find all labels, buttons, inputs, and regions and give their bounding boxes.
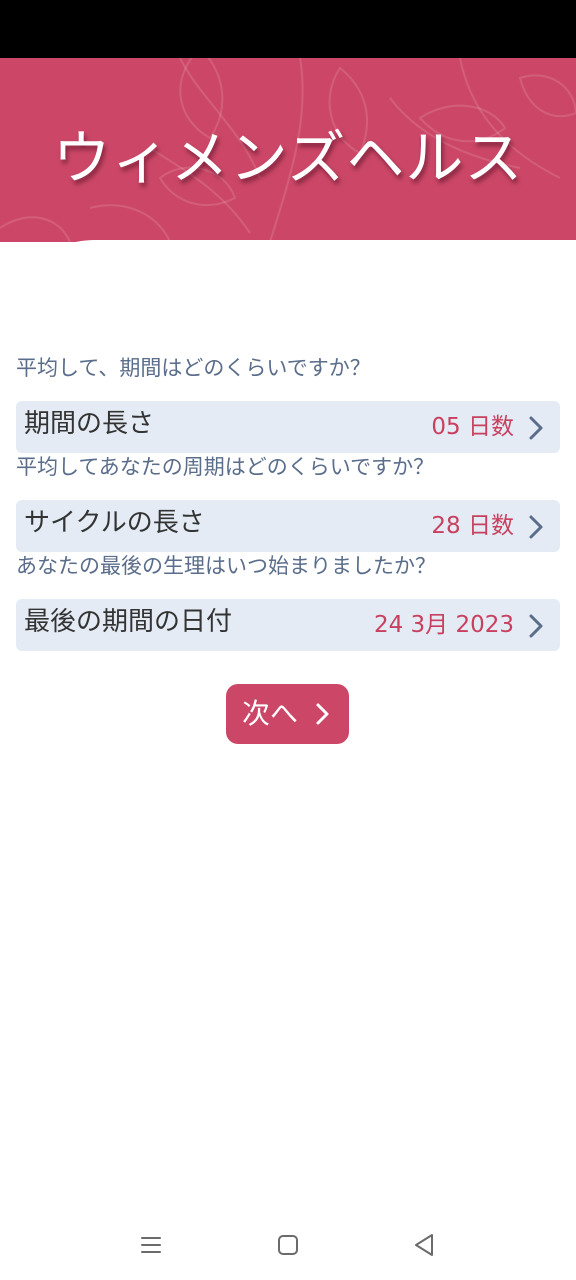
cycle-length-value: 28 日数 — [431, 513, 514, 539]
cycle-length-row[interactable]: サイクルの長さ 28 日数 — [16, 500, 560, 552]
chevron-right-icon — [529, 515, 543, 539]
cycle-length-label: サイクルの長さ — [24, 508, 205, 538]
period-question: 平均して、期間はどのくらいですか？ — [16, 356, 371, 380]
next-button[interactable]: 次へ — [226, 684, 349, 744]
menu-icon[interactable] — [136, 1230, 166, 1260]
last-period-date-label: 最後の期間の日付 — [24, 607, 233, 637]
last-period-question: あなたの最後の生理はいつ始まりましたか？ — [16, 554, 436, 578]
chevron-right-icon — [529, 416, 543, 440]
status-bar — [0, 0, 576, 58]
app-title: ウィメンズヘルス — [52, 124, 524, 192]
period-length-label: 期間の長さ — [24, 409, 155, 439]
period-length-value: 05 日数 — [431, 414, 514, 440]
home-icon[interactable] — [273, 1230, 303, 1260]
app-header: ウィメンズヘルス — [0, 58, 576, 242]
chevron-right-icon — [316, 703, 329, 725]
chevron-right-icon — [529, 614, 543, 638]
last-period-date-value: 24 3月 2023 — [373, 612, 514, 638]
cycle-question: 平均してあなたの周期はどのくらいですか？ — [16, 455, 435, 479]
form-panel — [0, 240, 576, 1280]
period-length-row[interactable]: 期間の長さ 05 日数 — [16, 401, 560, 453]
back-icon[interactable] — [410, 1230, 440, 1260]
next-button-label: 次へ — [242, 697, 299, 730]
last-period-date-row[interactable]: 最後の期間の日付 24 3月 2023 — [16, 599, 560, 651]
